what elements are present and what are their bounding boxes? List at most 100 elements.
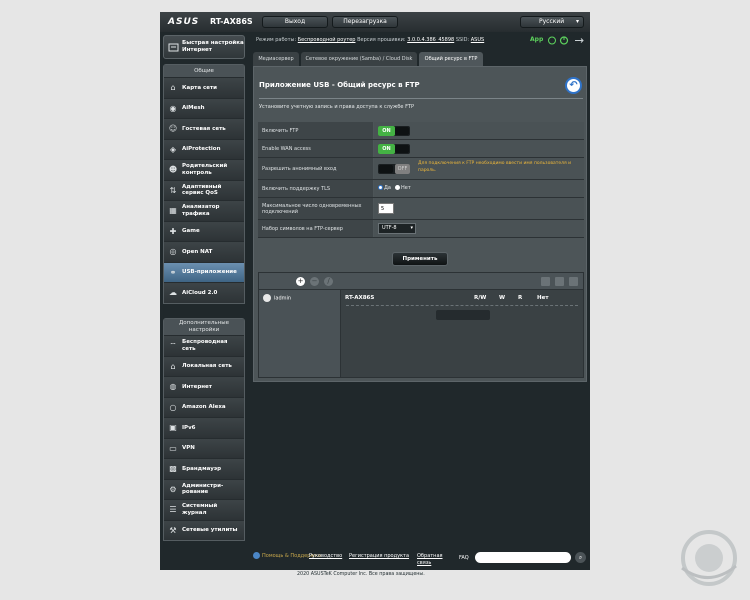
sidebar-item-system-log[interactable]: ☰ Системный журнал bbox=[164, 499, 244, 520]
disk-item[interactable] bbox=[436, 310, 490, 320]
lan-icon: ⌂ bbox=[170, 361, 176, 371]
add-folder-icon[interactable] bbox=[541, 277, 550, 286]
sidebar-item-cloud[interactable]: ☁ AiCloud 2.0 bbox=[164, 282, 244, 303]
faq-search-input[interactable] bbox=[475, 552, 571, 563]
help-icon bbox=[253, 552, 260, 559]
add-user-icon[interactable]: + bbox=[296, 277, 305, 286]
gamepad-icon: ✚ bbox=[169, 226, 177, 236]
sidebar-item-label: AiMesh bbox=[182, 105, 205, 111]
general-title: Общие bbox=[164, 65, 244, 77]
anonymous-toggle[interactable]: OFF bbox=[378, 164, 410, 174]
cloud-icon: ☁ bbox=[169, 288, 177, 297]
feedback-link[interactable]: Обратная связь bbox=[417, 553, 449, 567]
sidebar-item-label: Гостевая сеть bbox=[182, 125, 226, 132]
sidebar-item-network-tools[interactable]: ⚒ Сетевые утилиты bbox=[164, 519, 244, 540]
tab-ftp[interactable]: Общий ресурс в FTP bbox=[419, 52, 483, 66]
sidebar-item-shield[interactable]: ◈ AiProtection bbox=[164, 138, 244, 159]
sidebar-item-aimesh[interactable]: ◉ AiMesh bbox=[164, 97, 244, 118]
sidebar-item-label: Родительский контроль bbox=[182, 163, 228, 176]
sidebar-item-label: AiCloud 2.0 bbox=[182, 289, 218, 296]
sidebar-item-lan[interactable]: ⌂ Локальная сеть bbox=[164, 355, 244, 376]
sidebar-item-open-nat[interactable]: ◎ Open NAT bbox=[164, 241, 244, 262]
remove-user-icon[interactable]: − bbox=[310, 277, 319, 286]
sidebar-item-label: USB-приложение bbox=[182, 269, 237, 275]
manual-link[interactable]: Руководство bbox=[309, 553, 342, 559]
quick-setup-label: Быстрая настройка Интернет bbox=[182, 40, 244, 53]
copyright: 2020 ASUSTeK Computer Inc. Все права защ… bbox=[297, 572, 425, 577]
app-link[interactable]: App bbox=[530, 36, 543, 43]
register-link[interactable]: Регистрация продукта bbox=[349, 553, 409, 559]
max-connections-input[interactable]: 5 bbox=[378, 203, 394, 214]
user-list: ladmin bbox=[259, 290, 341, 377]
sidebar-item-globe[interactable]: ◍ Интернет bbox=[164, 376, 244, 397]
charset-select[interactable]: UTF-8 ▾ bbox=[378, 223, 416, 234]
wizard-icon bbox=[168, 43, 179, 52]
sidebar-item-usb[interactable]: ⚭ USB-приложение bbox=[164, 261, 244, 282]
toggle-off-label: OFF bbox=[395, 164, 410, 174]
enable-ftp-toggle[interactable]: ON bbox=[378, 126, 410, 136]
radio-icon bbox=[395, 185, 400, 190]
sidebar-item-label: Администри-рование bbox=[182, 482, 224, 496]
permissions-pane: RT-AX86S R/W W R Нет bbox=[342, 290, 583, 377]
footer: Помощь & Поддержка Руководство Регистрац… bbox=[253, 552, 588, 568]
max-connections-label: Максимальное число одновременных подключ… bbox=[258, 198, 373, 219]
toggle-on-label: ON bbox=[378, 144, 395, 154]
sidebar-item-qos[interactable]: ⇅ Адаптивный сервис QoS bbox=[164, 179, 244, 200]
toggle-on-label: ON bbox=[378, 126, 395, 136]
delete-folder-icon[interactable] bbox=[555, 277, 564, 286]
sidebar-item-admin[interactable]: ⚙ Администри-рование bbox=[164, 478, 244, 499]
reboot-button[interactable]: Перезагрузка bbox=[332, 16, 398, 28]
sidebar-item-parental-control[interactable]: ☻ Родительский контроль bbox=[164, 159, 244, 180]
share-toolbar: + − / bbox=[259, 273, 583, 290]
mode-link[interactable]: Беспроводной роутер bbox=[298, 37, 356, 43]
firmware-link[interactable]: 3.0.0.4.386_45898 bbox=[407, 37, 454, 43]
sidebar-item-gamepad[interactable]: ✚ Game bbox=[164, 220, 244, 241]
ssid-label: SSID: bbox=[455, 37, 470, 43]
chevron-down-icon: ▾ bbox=[410, 225, 413, 231]
col-w: W bbox=[499, 295, 506, 301]
sidebar-item-label: Системный журнал bbox=[182, 503, 218, 516]
sidebar-item-ipv6[interactable]: ▣ IPv6 bbox=[164, 417, 244, 438]
ftp-panel: Приложение USB - Общий ресурс в FTP ↶ Ус… bbox=[253, 66, 587, 382]
tab-samba[interactable]: Сетевое окружение (Samba) / Cloud Disk bbox=[301, 52, 417, 66]
sidebar-item-label: AiProtection bbox=[182, 146, 221, 152]
search-icon[interactable]: ⌕ bbox=[575, 552, 586, 563]
tab-media-server[interactable]: Медиасервер bbox=[253, 52, 299, 66]
sidebar-item-alexa[interactable]: ○ Amazon Alexa bbox=[164, 396, 244, 417]
quick-internet-setup[interactable]: Быстрая настройка Интернет bbox=[163, 35, 245, 59]
parental-control-icon: ☻ bbox=[168, 165, 178, 174]
wifi-status-icon bbox=[548, 36, 556, 45]
sidebar-item-guest-network[interactable]: ☺ Гостевая сеть bbox=[164, 118, 244, 139]
sidebar-item-network-map[interactable]: ⌂ Карта сети bbox=[164, 77, 244, 98]
sidebar-item-traffic-analyzer[interactable]: ▦ Анализатор трафика bbox=[164, 200, 244, 221]
ssid-link[interactable]: ASUS bbox=[471, 37, 484, 43]
enable-wan-toggle[interactable]: ON bbox=[378, 144, 410, 154]
status-icons bbox=[548, 36, 584, 45]
tls-no-radio[interactable]: Нет bbox=[395, 185, 411, 191]
network-tools-icon: ⚒ bbox=[169, 525, 177, 535]
sidebar-item-wireless[interactable]: ⌔ Беспроводная сеть bbox=[164, 335, 244, 356]
charset-label: Набор символов на FTP-сервер bbox=[258, 220, 373, 237]
tls-yes-radio[interactable]: Да bbox=[378, 185, 391, 191]
open-nat-icon: ◎ bbox=[169, 247, 177, 256]
apply-button[interactable]: Применить bbox=[392, 252, 448, 266]
sidebar-item-firewall[interactable]: ▩ Брандмауэр bbox=[164, 458, 244, 479]
edit-user-icon[interactable]: / bbox=[324, 277, 333, 286]
row-anonymous: Разрешить анонимный вход OFF Для подключ… bbox=[258, 158, 584, 180]
rename-folder-icon[interactable] bbox=[569, 277, 578, 286]
vpn-icon: ▭ bbox=[169, 443, 177, 453]
language-select[interactable]: Русский ▾ bbox=[520, 16, 584, 28]
chevron-down-icon: ▾ bbox=[575, 18, 579, 25]
model-name: RT-AX86S bbox=[210, 17, 253, 26]
back-arrow-icon[interactable]: ↶ bbox=[565, 77, 582, 94]
logout-button[interactable]: Выход bbox=[262, 16, 328, 28]
asus-logo[interactable]: ASUS bbox=[168, 17, 199, 27]
sidebar-item-vpn[interactable]: ▭ VPN bbox=[164, 437, 244, 458]
user-item[interactable]: ladmin bbox=[263, 294, 291, 302]
firewall-icon: ▩ bbox=[169, 464, 177, 473]
device-name: RT-AX86S bbox=[345, 295, 375, 301]
sidebar-item-label: Адаптивный сервис QoS bbox=[182, 183, 222, 197]
advanced-menu: Дополнительные настройки ⌔ Беспроводная с… bbox=[163, 318, 245, 541]
enable-ftp-label: Включить FTP bbox=[258, 122, 373, 139]
tls-label: Включить поддержку TLS bbox=[258, 180, 373, 197]
